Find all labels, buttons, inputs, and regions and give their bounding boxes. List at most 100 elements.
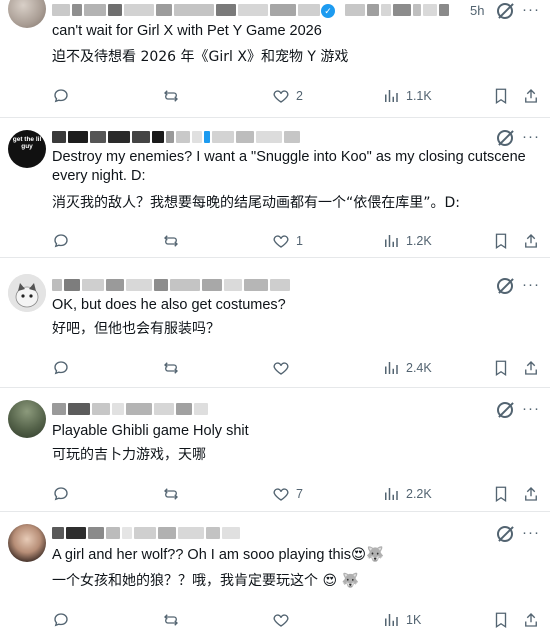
post-text-english: Destroy my enemies? I want a "Snuggle in…: [52, 149, 526, 184]
reply-button[interactable]: [52, 231, 76, 251]
post-actions: 1K: [52, 610, 537, 630]
avatar[interactable]: [8, 524, 46, 562]
share-button[interactable]: [522, 610, 540, 630]
cat-avatar-image: [8, 274, 46, 312]
reply-post[interactable]: ··· A girl and her wolf?? Oh I am sooo p…: [0, 512, 550, 638]
post-text-english: can't wait for Girl X with Pet Y Game 20…: [52, 23, 322, 39]
repost-button[interactable]: [162, 484, 186, 504]
view-count: 1K: [406, 613, 422, 627]
more-icon[interactable]: ···: [522, 276, 540, 293]
views-chart-icon: [385, 90, 398, 102]
blurred-username: [52, 526, 240, 540]
post-actions: 7 2.2K: [52, 484, 537, 504]
heart-icon: [273, 235, 289, 248]
avatar[interactable]: [8, 400, 46, 438]
reply-icon: [54, 613, 68, 627]
post-actions: 2 1.1K: [52, 86, 537, 106]
bookmark-button[interactable]: [492, 610, 510, 630]
more-icon[interactable]: ···: [522, 128, 540, 145]
reply-button[interactable]: [52, 86, 76, 106]
grok-icon[interactable]: [497, 526, 513, 542]
share-button[interactable]: [522, 86, 540, 106]
heart-icon: [273, 488, 289, 501]
post-text-chinese: 好吧，但他也会有服装吗？: [52, 321, 220, 337]
reply-icon: [54, 361, 68, 375]
grok-icon[interactable]: [497, 3, 513, 19]
like-count: 1: [296, 234, 303, 248]
blurred-handle: [345, 3, 449, 17]
repost-button[interactable]: [162, 358, 186, 378]
more-icon[interactable]: ···: [522, 524, 540, 541]
bookmark-button[interactable]: [492, 358, 510, 378]
views-button[interactable]: 1.1K: [382, 86, 432, 106]
views-button[interactable]: 1K: [382, 610, 421, 630]
heart-icon: [273, 614, 289, 627]
share-icon: [525, 234, 537, 248]
bookmark-icon: [495, 233, 507, 250]
avatar[interactable]: [8, 0, 46, 28]
reply-post[interactable]: ··· Playable Ghibli game Holy shit 可玩的吉卜…: [0, 388, 550, 512]
bookmark-button[interactable]: [492, 86, 510, 106]
verified-badge-icon: ✓: [321, 4, 335, 18]
share-button[interactable]: [522, 358, 540, 378]
view-count: 1.1K: [406, 89, 432, 103]
reply-button[interactable]: [52, 358, 76, 378]
share-button[interactable]: [522, 484, 540, 504]
views-chart-icon: [385, 488, 398, 500]
bookmark-icon: [495, 612, 507, 629]
views-chart-icon: [385, 362, 398, 374]
like-button[interactable]: 7: [272, 484, 303, 504]
reply-button[interactable]: [52, 484, 76, 504]
view-count: 2.4K: [406, 361, 432, 375]
avatar[interactable]: get the lil guy: [8, 130, 46, 168]
post-text-chinese: 可玩的吉卜力游戏，天哪: [52, 447, 206, 463]
repost-icon: [164, 488, 178, 500]
reply-icon: [54, 234, 68, 248]
post-text-english: Playable Ghibli game Holy shit: [52, 423, 249, 439]
view-count: 2.2K: [406, 487, 432, 501]
bookmark-icon: [495, 360, 507, 377]
reply-icon: [54, 89, 68, 103]
bookmark-button[interactable]: [492, 231, 510, 251]
repost-icon: [164, 90, 178, 102]
bookmark-icon: [495, 88, 507, 105]
post-text-chinese: 一个女孩和她的狼？？哦，我肯定要玩这个 😍 🐺: [52, 573, 359, 589]
reply-feed: ✓ 5h ··· can't wait for Girl X with Pet …: [0, 0, 550, 638]
grok-icon[interactable]: [497, 130, 513, 146]
repost-button[interactable]: [162, 86, 186, 106]
views-button[interactable]: 1.2K: [382, 231, 432, 251]
more-icon[interactable]: ···: [522, 400, 540, 417]
post-text-chinese: 消灭我的敌人？我想要每晚的结尾动画都有一个“依偎在库里”。D:: [52, 195, 461, 211]
post-actions: 1 1.2K: [52, 231, 537, 251]
avatar[interactable]: [8, 274, 46, 312]
share-button[interactable]: [522, 231, 540, 251]
bookmark-icon: [495, 486, 507, 503]
reply-button[interactable]: [52, 610, 76, 630]
post-timestamp[interactable]: 5h: [470, 3, 484, 18]
repost-button[interactable]: [162, 610, 186, 630]
post-text-english: OK, but does he also get costumes?: [52, 297, 286, 313]
share-icon: [525, 487, 537, 501]
like-button[interactable]: [272, 610, 296, 630]
reply-post[interactable]: get the lil guy ··· Destroy my enemies? …: [0, 118, 550, 258]
like-button[interactable]: 2: [272, 86, 303, 106]
like-button[interactable]: 1: [272, 231, 303, 251]
views-button[interactable]: 2.2K: [382, 484, 432, 504]
repost-icon: [164, 235, 178, 247]
bookmark-button[interactable]: [492, 484, 510, 504]
views-button[interactable]: 2.4K: [382, 358, 432, 378]
post-actions: 2.4K: [52, 358, 537, 378]
post-text-chinese: 迫不及待想看 2026 年《Girl X》和宠物 Y 游戏: [52, 49, 349, 65]
repost-button[interactable]: [162, 231, 186, 251]
views-chart-icon: [385, 614, 398, 626]
like-button[interactable]: [272, 358, 296, 378]
grok-icon[interactable]: [497, 402, 513, 418]
share-icon: [525, 89, 537, 103]
grok-icon[interactable]: [497, 278, 513, 294]
share-icon: [525, 361, 537, 375]
reply-post[interactable]: ··· OK, but does he also get costumes? 好…: [0, 258, 550, 388]
reply-icon: [54, 487, 68, 501]
post-text-english: A girl and her wolf?? Oh I am sooo playi…: [52, 547, 385, 563]
reply-post[interactable]: ✓ 5h ··· can't wait for Girl X with Pet …: [0, 0, 550, 118]
more-icon[interactable]: ···: [522, 1, 540, 18]
